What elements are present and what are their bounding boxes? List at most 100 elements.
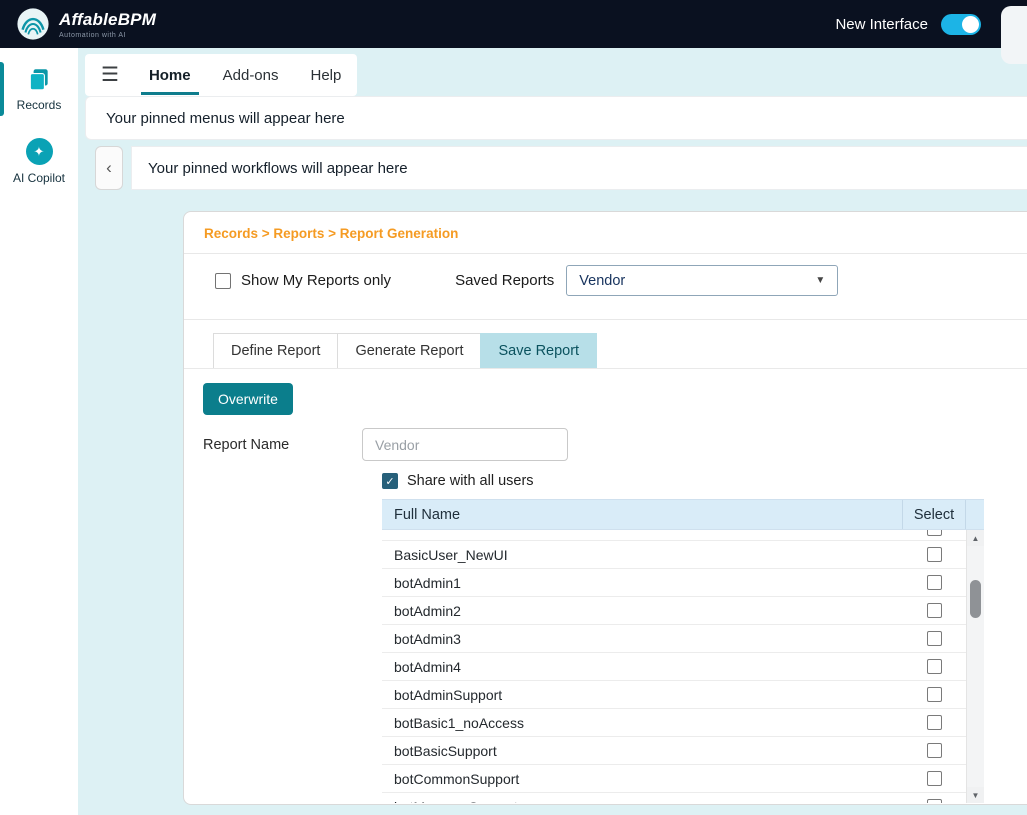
users-table-rows: BasicUser_NewUI botAdmin1	[382, 530, 966, 803]
breadcrumb: Records > Reports > Report Generation	[184, 226, 1027, 241]
tab-generate-report[interactable]: Generate Report	[337, 333, 481, 368]
scroll-up-button[interactable]: ▲	[967, 530, 984, 546]
pinned-workflows-bar: Your pinned workflows will appear here	[131, 146, 1027, 190]
overwrite-button[interactable]: Overwrite	[203, 383, 293, 415]
row-full-name: botBasicSupport	[382, 743, 902, 759]
row-select-cell	[902, 603, 966, 618]
sidebar-item-label: AI Copilot	[13, 171, 65, 185]
row-full-name: botAdmin2	[382, 603, 902, 619]
sidebar: Records ✦ AI Copilot	[0, 48, 78, 815]
show-my-reports-checkbox[interactable]	[215, 273, 231, 289]
new-interface-toggle[interactable]	[941, 14, 981, 35]
column-header-select: Select	[902, 500, 966, 529]
tab-help[interactable]: Help	[309, 56, 344, 95]
caret-down-icon: ▼	[815, 275, 825, 286]
new-interface-label: New Interface	[835, 16, 928, 33]
sidebar-item-records[interactable]: Records	[0, 60, 78, 118]
hamburger-menu-icon[interactable]: ☰	[101, 65, 119, 85]
chevron-left-icon: ‹	[106, 158, 112, 178]
table-row: botAdmin1	[382, 569, 966, 597]
row-full-name: BasicUser_NewUI	[382, 547, 902, 563]
row-select-cell	[902, 715, 966, 730]
row-checkbox[interactable]	[927, 715, 942, 730]
sidebar-item-label: Records	[17, 98, 62, 112]
show-my-reports-label: Show My Reports only	[241, 272, 391, 289]
row-select-cell	[902, 687, 966, 702]
row-select-cell	[902, 631, 966, 646]
row-checkbox[interactable]	[927, 575, 942, 590]
row-checkbox[interactable]	[927, 603, 942, 618]
saved-reports-value: Vendor	[579, 273, 625, 289]
pinned-menus-text: Your pinned menus will appear here	[106, 110, 345, 127]
table-row: botBasic1_noAccess	[382, 709, 966, 737]
users-table: Full Name Select	[382, 499, 984, 803]
row-full-name: botAdmin3	[382, 631, 902, 647]
pinned-workflows-row: ‹ Your pinned workflows will appear here	[95, 146, 1027, 190]
scrollbar-thumb[interactable]	[970, 580, 981, 618]
row-checkbox[interactable]	[927, 799, 942, 803]
toggle-knob	[962, 16, 979, 33]
row-checkbox[interactable]	[927, 547, 942, 562]
row-checkbox[interactable]	[927, 687, 942, 702]
main-area: ☰ Home Add-ons Help Your pinned menus wi…	[78, 48, 1027, 815]
shell: Records ✦ AI Copilot ☰ Home Add-ons Help…	[0, 48, 1027, 815]
brand-name: AffableBPM	[59, 10, 156, 30]
row-full-name: botManagerSupport	[382, 799, 902, 804]
row-select-cell	[902, 547, 966, 562]
partial-row-select	[902, 530, 966, 540]
filter-row: Show My Reports only Saved Reports Vendo…	[184, 254, 1027, 307]
row-select-cell	[902, 575, 966, 590]
partial-row-name	[382, 530, 902, 540]
report-generation-card: Records > Reports > Report Generation Sh…	[183, 211, 1027, 805]
ai-copilot-icon: ✦	[26, 138, 53, 165]
table-row: botAdmin3	[382, 625, 966, 653]
header-scroll-spacer	[966, 500, 984, 529]
table-row: botAdmin2	[382, 597, 966, 625]
row-checkbox[interactable]	[927, 530, 942, 536]
tab-save-report[interactable]: Save Report	[480, 333, 597, 368]
tab-define-report[interactable]: Define Report	[213, 333, 338, 368]
row-select-cell	[902, 659, 966, 674]
share-row: ✓ Share with all users	[382, 473, 1027, 489]
sidebar-item-ai-copilot[interactable]: ✦ AI Copilot	[0, 132, 78, 191]
row-full-name: botAdminSupport	[382, 687, 902, 703]
row-full-name: botBasic1_noAccess	[382, 715, 902, 731]
users-table-viewport: BasicUser_NewUI botAdmin1	[382, 530, 984, 803]
row-select-cell	[902, 771, 966, 786]
scroll-down-button[interactable]: ▼	[967, 787, 984, 803]
table-scrollbar[interactable]: ▲ ▼	[966, 530, 984, 803]
row-checkbox[interactable]	[927, 631, 942, 646]
topbar-right: New Interface	[835, 14, 1011, 35]
table-row: botAdminSupport	[382, 681, 966, 709]
row-select-cell	[902, 743, 966, 758]
report-tab-strip: Define Report Generate Report Save Repor…	[184, 333, 1027, 369]
collapse-button[interactable]: ‹	[95, 146, 123, 190]
share-with-all-users-checkbox[interactable]: ✓	[382, 473, 398, 489]
report-name-input[interactable]	[362, 428, 568, 461]
report-name-label: Report Name	[203, 437, 362, 453]
tab-home[interactable]: Home	[147, 56, 193, 95]
row-checkbox[interactable]	[927, 771, 942, 786]
row-full-name: botCommonSupport	[382, 771, 902, 787]
pinned-menus-bar: Your pinned menus will appear here	[85, 96, 1027, 140]
share-with-all-users-label: Share with all users	[407, 473, 534, 489]
table-row: botManagerSupport	[382, 793, 966, 803]
table-row: botCommonSupport	[382, 765, 966, 793]
table-row: BasicUser_NewUI	[382, 541, 966, 569]
table-row: botAdmin4	[382, 653, 966, 681]
report-name-row: Report Name	[184, 428, 1027, 461]
row-checkbox[interactable]	[927, 743, 942, 758]
cutoff-panel	[1001, 6, 1027, 64]
brand-tagline: Automation with AI	[59, 32, 156, 39]
row-select-cell	[902, 799, 966, 803]
tab-add-ons[interactable]: Add-ons	[221, 56, 281, 95]
row-full-name: botAdmin4	[382, 659, 902, 675]
table-row: botBasicSupport	[382, 737, 966, 765]
pinned-workflows-text: Your pinned workflows will appear here	[148, 160, 408, 177]
saved-reports-dropdown[interactable]: Vendor ▼	[566, 265, 838, 296]
saved-reports-label: Saved Reports	[455, 272, 554, 289]
topbar: AffableBPM Automation with AI New Interf…	[0, 0, 1027, 48]
row-checkbox[interactable]	[927, 659, 942, 674]
brand-text: AffableBPM Automation with AI	[59, 10, 156, 39]
nav-strip: ☰ Home Add-ons Help	[85, 54, 357, 96]
